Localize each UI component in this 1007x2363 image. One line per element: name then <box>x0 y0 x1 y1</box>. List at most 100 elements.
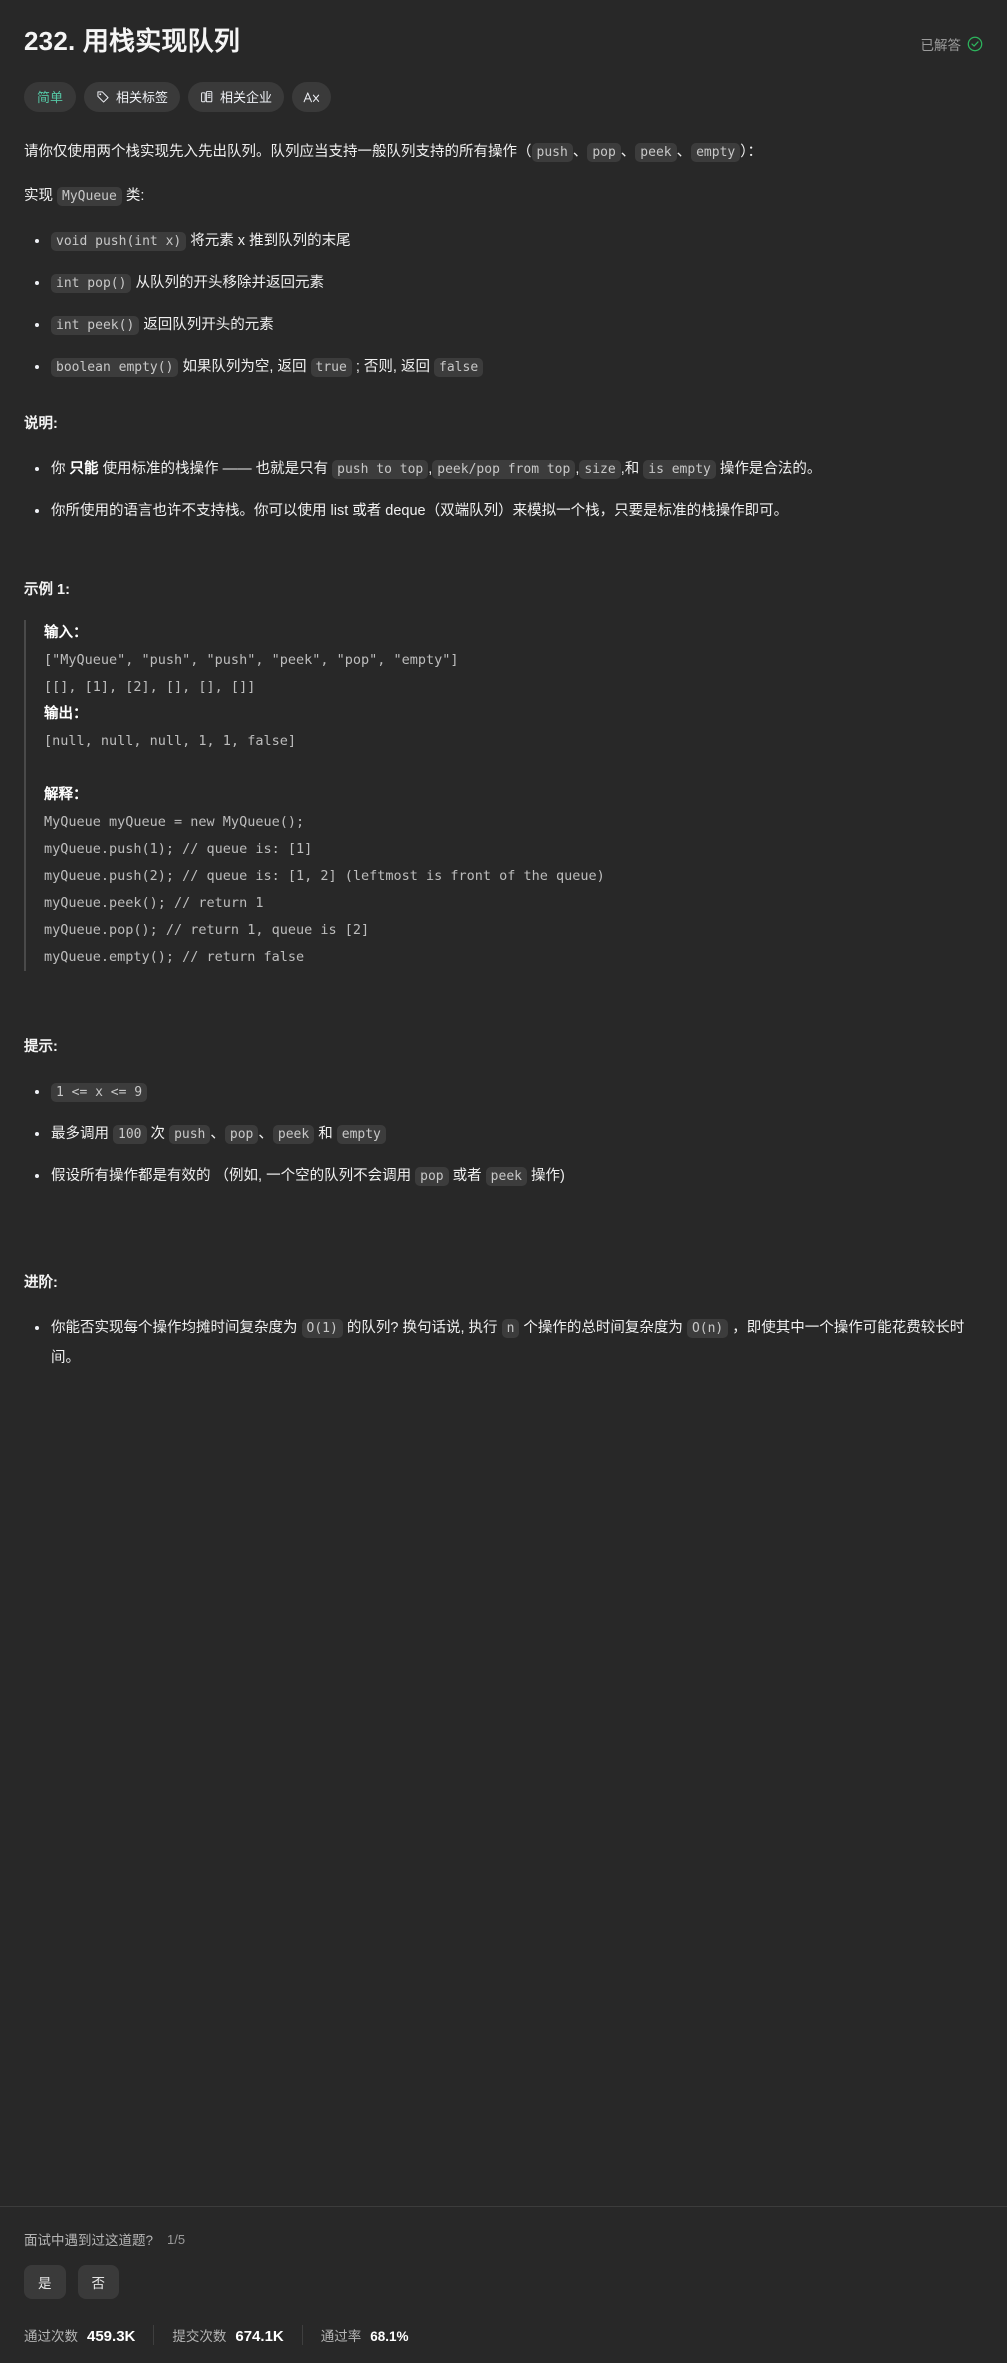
stat-submissions-label: 提交次数 <box>172 2329 227 2344</box>
no-button[interactable]: 否 <box>77 2265 119 2299</box>
yes-button[interactable]: 是 <box>24 2265 66 2299</box>
interview-question-label: 面试中遇到过这道题? <box>24 2233 154 2248</box>
example-explain-line-6: myQueue.empty(); // return false <box>44 949 305 965</box>
tag-icon <box>96 90 110 104</box>
method-pop-text: 从队列的开头移除并返回元素 <box>135 275 324 291</box>
list-item: void push(int x) 将元素 x 推到队列的末尾 <box>35 226 983 256</box>
intro-paragraph: 请你仅使用两个栈实现先入先出队列。队列应当支持一般队列支持的所有操作（ push、… <box>24 138 983 166</box>
stat-accepted: 通过次数 459.3K <box>24 2325 153 2345</box>
status-badge: 已解答 <box>921 24 984 54</box>
list-item: 最多调用 100 次 push、 pop、 peek 和 empty <box>35 1119 983 1149</box>
difficulty-pill[interactable]: 简单 <box>24 82 77 112</box>
followup-list: 你能否实现每个操作均摊时间复杂度为 O(1) 的队列? 换句话说, 执行 n 个… <box>24 1313 983 1373</box>
list-item: 假设所有操作都是有效的 （例如, 一个空的队列不会调用 pop 或者 peek … <box>35 1161 983 1191</box>
code-false: false <box>434 358 484 377</box>
translate-icon <box>303 90 320 105</box>
notes-sep-3: ,和 <box>620 461 640 477</box>
code-method-push: void push(int x) <box>51 232 187 251</box>
method-push-text: 将元素 x 推到队列的末尾 <box>190 233 351 249</box>
related-tags-label: 相关标签 <box>116 89 169 105</box>
list-item: boolean empty() 如果队列为空, 返回 true ; 否则, 返回… <box>35 352 983 382</box>
code-peek-pop-from-top: peek/pop from top <box>432 460 576 479</box>
implement-suffix: 类: <box>125 188 145 204</box>
implement-paragraph: 实现 MyQueue 类: <box>24 182 983 210</box>
notes-b1-a: 你 <box>51 461 66 477</box>
difficulty-label: 简单 <box>37 89 64 105</box>
code-empty: empty <box>691 143 741 162</box>
translate-button[interactable] <box>292 82 332 112</box>
followup-a: 你能否实现每个操作均摊时间复杂度为 <box>51 1320 298 1336</box>
list-item: int peek() 返回队列开头的元素 <box>35 310 983 340</box>
example-input-line-2: [[], [1], [2], [], [], []] <box>44 679 256 695</box>
hints-b3-c: 操作) <box>531 1168 565 1184</box>
related-companies-label: 相关企业 <box>220 89 273 105</box>
yes-no-row: 是 否 <box>24 2265 983 2299</box>
stats-row: 通过次数 459.3K 提交次数 674.1K 通过率 68.1% <box>24 2325 983 2345</box>
followup-b: 的队列? 换句话说, 执行 <box>346 1320 498 1336</box>
example-explain-line-3: myQueue.push(2); // queue is: [1, 2] (le… <box>44 868 605 884</box>
code-true: true <box>310 358 352 377</box>
hints-heading: 提示: <box>24 1039 58 1055</box>
building-icon <box>200 90 214 104</box>
code-push-to-top: push to top <box>332 460 429 479</box>
hints-b2-s1: 、 <box>210 1126 225 1142</box>
example-explain-line-5: myQueue.pop(); // return 1, queue is [2] <box>44 922 370 938</box>
intro-text-end: ）： <box>740 144 762 160</box>
code-constraint-x: 1 <= x <= 9 <box>51 1083 148 1102</box>
hints-b2-c: 和 <box>318 1126 333 1142</box>
method-empty-text-a: 如果队列为空, 返回 <box>182 359 307 375</box>
example-block: 输入： ["MyQueue", "push", "push", "peek", … <box>24 620 983 971</box>
example-explain-line-2: myQueue.push(1); // queue is: [1] <box>44 841 313 857</box>
notes-list: 你 只能 使用标准的栈操作 —— 也就是只有 push to top, peek/… <box>24 454 983 526</box>
related-tags-button[interactable]: 相关标签 <box>84 82 181 112</box>
list-item: 你所使用的语言也许不支持栈。你可以使用 list 或者 deque（双端队列）来… <box>35 496 983 526</box>
sep-3: 、 <box>676 144 692 160</box>
code-peek: peek <box>635 143 677 162</box>
method-peek-text: 返回队列开头的元素 <box>143 317 274 333</box>
stat-submissions: 提交次数 674.1K <box>153 2325 301 2345</box>
problem-page: 232. 用栈实现队列 已解答 简单 相关标签 相关企业 请你仅使用两个栈实现先… <box>0 0 1007 2363</box>
code-hint-push: push <box>169 1125 211 1144</box>
interview-question-count: 1/5 <box>167 2231 186 2247</box>
hints-b3-a: 假设所有操作都是有效的 （例如, 一个空的队列不会调用 <box>51 1168 412 1184</box>
hints-b2-a: 最多调用 <box>51 1126 109 1142</box>
example-explain-line-1: MyQueue myQueue = new MyQueue(); <box>44 814 305 830</box>
code-method-pop: int pop() <box>51 274 132 293</box>
code-hint-peek: peek <box>272 1125 315 1144</box>
code-myqueue: MyQueue <box>57 187 122 206</box>
example-input-label: 输入： <box>44 625 88 641</box>
code-push: push <box>531 143 573 162</box>
notes-heading: 说明: <box>24 416 58 432</box>
stat-accepted-value: 459.3K <box>87 2328 136 2345</box>
example-input-line-1: ["MyQueue", "push", "push", "peek", "pop… <box>44 652 459 668</box>
code-hint-empty: empty <box>336 1125 386 1144</box>
method-empty-text-b: ; 否则, 返回 <box>355 359 430 375</box>
notes-b1-d: 操作是合法的。 <box>719 461 822 477</box>
notes-b1-strong: 只能 <box>69 461 99 477</box>
code-pop: pop <box>587 143 621 162</box>
list-item: 你能否实现每个操作均摊时间复杂度为 O(1) 的队列? 换句话说, 执行 n 个… <box>35 1313 983 1373</box>
check-circle-icon <box>967 36 983 52</box>
list-item: 你 只能 使用标准的栈操作 —— 也就是只有 push to top, peek/… <box>35 454 983 484</box>
problem-header: 232. 用栈实现队列 已解答 <box>24 20 983 58</box>
stat-acceptance-rate: 通过率 68.1% <box>301 2325 427 2345</box>
implement-prefix: 实现 <box>24 188 53 204</box>
related-companies-button[interactable]: 相关企业 <box>188 82 285 112</box>
followup-c: 个操作的总时间复杂度为 <box>523 1320 683 1336</box>
followup-heading: 进阶: <box>24 1275 58 1291</box>
sep-1: 、 <box>572 144 588 160</box>
code-n: n <box>501 1319 520 1338</box>
example-explain-label: 解释： <box>44 787 88 803</box>
stat-submissions-value: 674.1K <box>235 2328 284 2345</box>
interview-question-row: 面试中遇到过这道题? 1/5 <box>24 2229 983 2249</box>
list-item: 1 <= x <= 9 <box>35 1077 983 1107</box>
example-explain-line-4: myQueue.peek(); // return 1 <box>44 895 264 911</box>
hints-b3-b: 或者 <box>452 1168 482 1184</box>
list-item: int pop() 从队列的开头移除并返回元素 <box>35 268 983 298</box>
problem-footer: 面试中遇到过这道题? 1/5 是 否 通过次数 459.3K 提交次数 674.… <box>0 2206 1007 2363</box>
hints-list: 1 <= x <= 9 最多调用 100 次 push、 pop、 peek 和 e… <box>24 1077 983 1191</box>
stat-acceptance-value: 68.1% <box>370 2329 409 2344</box>
